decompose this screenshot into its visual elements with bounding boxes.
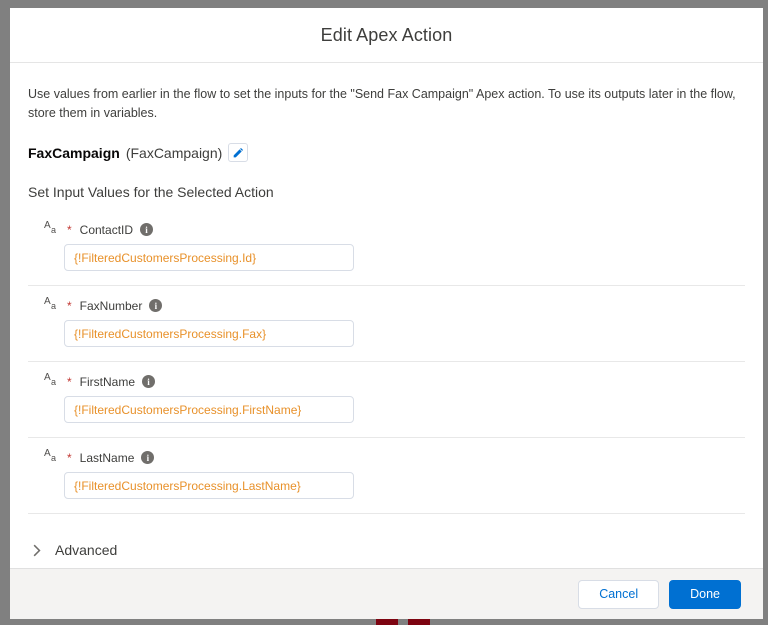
field-header: A a * FaxNumber i — [28, 296, 745, 313]
done-button[interactable]: Done — [669, 579, 741, 609]
modal-header: Edit Apex Action — [10, 8, 763, 63]
field-header: A a * LastName i — [28, 448, 745, 465]
action-api-name: (FaxCampaign) — [125, 144, 223, 161]
section-title: Set Input Values for the Selected Action — [28, 184, 274, 200]
background-marker — [376, 619, 398, 625]
pencil-icon[interactable] — [228, 143, 249, 162]
lastname-input[interactable]: {!FilteredCustomersProcessing.LastName} — [64, 472, 354, 499]
field-header: A a * ContactID i — [28, 220, 745, 237]
input-field-row: A a * LastName i {!FilteredCustomersProc… — [28, 438, 745, 514]
text-datatype-icon: A a — [44, 372, 57, 387]
field-value: {!FilteredCustomersProcessing.LastName} — [74, 478, 301, 493]
field-value: {!FilteredCustomersProcessing.Fax} — [74, 326, 267, 341]
required-marker: * — [67, 374, 72, 389]
intro-description: Use values from earlier in the flow to s… — [28, 87, 736, 120]
field-label: FirstName — [79, 374, 136, 389]
screen: Edit Apex Action Use values from earlier… — [0, 0, 768, 625]
cancel-button[interactable]: Cancel — [578, 579, 660, 609]
info-icon[interactable]: i — [140, 223, 154, 236]
contactid-input[interactable]: {!FilteredCustomersProcessing.Id} — [64, 244, 354, 271]
input-field-row: A a * FirstName i {!FilteredCustomersPro… — [28, 362, 745, 438]
chevron-right-icon — [32, 544, 43, 557]
input-fields-list: A a * ContactID i {!FilteredCustomersPro… — [28, 210, 745, 514]
faxnumber-input[interactable]: {!FilteredCustomersProcessing.Fax} — [64, 320, 354, 347]
advanced-label: Advanced — [55, 542, 118, 558]
modal-body: Use values from earlier in the flow to s… — [10, 63, 763, 568]
field-header: A a * FirstName i — [28, 372, 745, 389]
page-title: Edit Apex Action — [320, 24, 453, 45]
field-value: {!FilteredCustomersProcessing.Id} — [74, 250, 257, 265]
selected-action-row: FaxCampaign (FaxCampaign) — [28, 143, 745, 162]
info-icon[interactable]: i — [149, 299, 163, 312]
info-icon[interactable]: i — [141, 451, 155, 464]
edit-apex-action-modal: Edit Apex Action Use values from earlier… — [10, 8, 763, 619]
field-label: FaxNumber — [79, 298, 143, 313]
background-marker — [408, 619, 430, 625]
text-datatype-icon: A a — [44, 448, 57, 463]
field-label: ContactID — [79, 222, 134, 237]
action-name: FaxCampaign — [28, 144, 120, 161]
text-datatype-icon: A a — [44, 220, 57, 235]
input-field-row: A a * ContactID i {!FilteredCustomersPro… — [28, 210, 745, 286]
info-icon[interactable]: i — [142, 375, 156, 388]
modal-footer: Cancel Done — [10, 568, 763, 619]
required-marker: * — [67, 450, 72, 465]
advanced-section-toggle[interactable]: Advanced — [28, 542, 745, 558]
firstname-input[interactable]: {!FilteredCustomersProcessing.FirstName} — [64, 396, 354, 423]
input-field-row: A a * FaxNumber i {!FilteredCustomersPro… — [28, 286, 745, 362]
text-datatype-icon: A a — [44, 296, 57, 311]
required-marker: * — [67, 298, 72, 313]
required-marker: * — [67, 222, 72, 237]
field-value: {!FilteredCustomersProcessing.FirstName} — [74, 402, 302, 417]
field-label: LastName — [79, 450, 135, 465]
